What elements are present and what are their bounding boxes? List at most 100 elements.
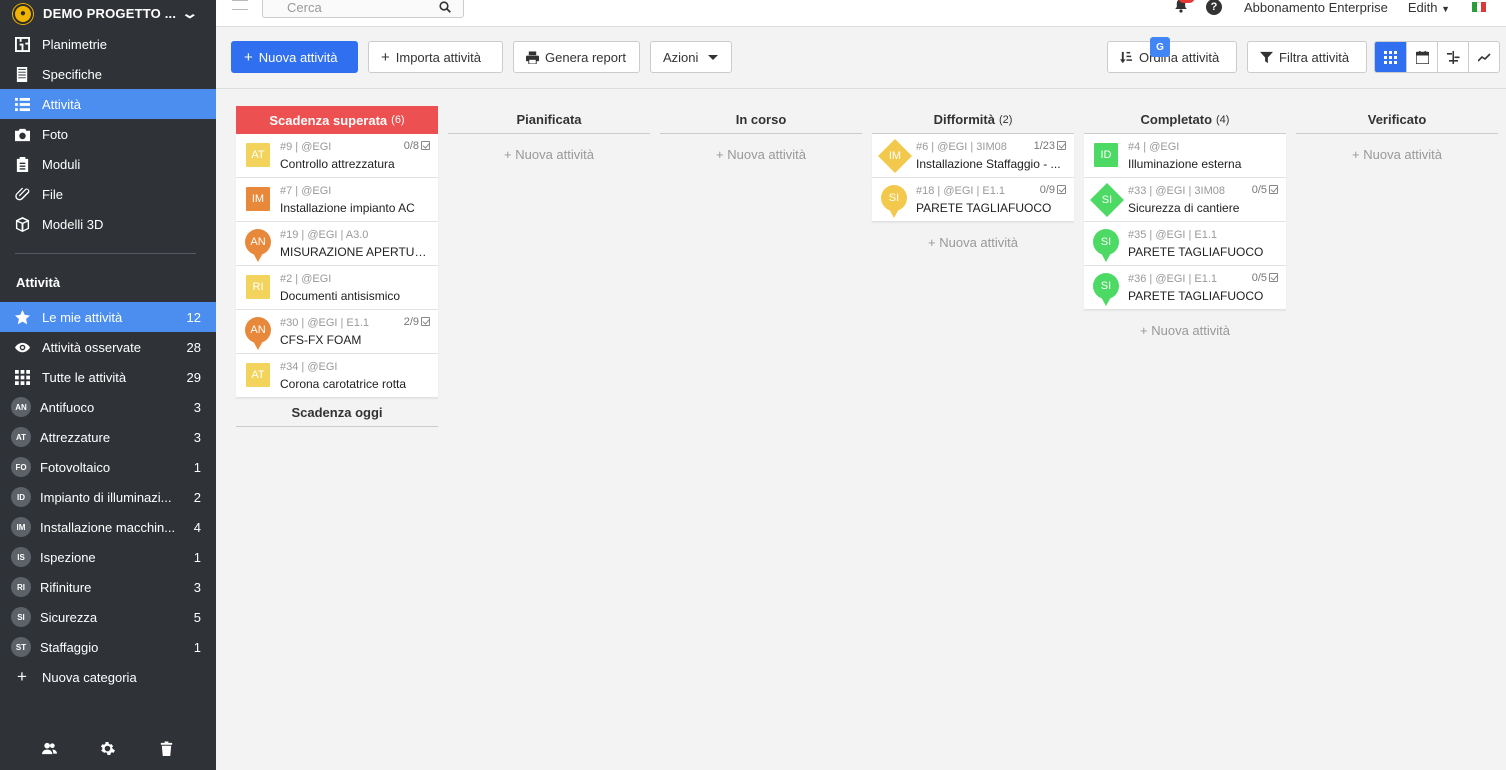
category-label: Rifiniture (40, 579, 92, 595)
settings-gear-icon[interactable] (100, 741, 116, 761)
add-activity-link[interactable]: + Nuova attività (1084, 310, 1286, 338)
category-ispezione[interactable]: IS Ispezione 1 (0, 542, 216, 572)
add-activity-link[interactable]: + Nuova attività (448, 134, 650, 162)
activity-card[interactable]: SI #36 | @EGI | E1.1 PARETE TAGLIAFUOCO 0/5 (1084, 266, 1286, 310)
activity-card[interactable]: SI #35 | @EGI | E1.1 PARETE TAGLIAFUOCO (1084, 222, 1286, 266)
column-header-overdue: Scadenza superata (6) (236, 106, 438, 134)
column-title: Scadenza oggi (291, 405, 383, 420)
activity-card[interactable]: IM #7 | @EGI Installazione impianto AC (236, 178, 438, 222)
sidebar-item-moduli[interactable]: Moduli (0, 149, 216, 179)
checklist-progress: 2/9 (404, 316, 430, 328)
sidebar-item-specifiche[interactable]: Specifiche (0, 59, 216, 89)
column-difformita: Difformità (2) IM #6 | @EGI | 3IM08 Installa… (872, 106, 1074, 250)
help-icon[interactable]: ? (1206, 0, 1222, 15)
import-activities-button[interactable]: + Importa attività (368, 41, 503, 73)
filter-tutte-le-attivita[interactable]: Tutte le attività 29 (0, 362, 216, 392)
category-staffaggio[interactable]: ST Staffaggio 1 (0, 632, 216, 662)
add-activity-link[interactable]: + Nuova attività (660, 134, 862, 162)
card-title: MISURAZIONE APERTURE (280, 245, 430, 259)
filter-le-mie-attivita[interactable]: Le mie attività 12 (0, 302, 216, 332)
sidebar-item-foto[interactable]: Foto (0, 119, 216, 149)
sidebar-item-planimetrie[interactable]: Planimetrie (0, 29, 216, 59)
category-count: 3 (193, 579, 201, 595)
category-antifuoco[interactable]: AN Antifuoco 3 (0, 392, 216, 422)
filter-label: Attività osservate (42, 339, 141, 355)
chevron-down-icon[interactable]: ⌄ (181, 5, 199, 22)
category-badge: RI (11, 577, 31, 597)
category-installazione-macchin[interactable]: IM Installazione macchin... 4 (0, 512, 216, 542)
activity-card[interactable]: AN #30 | @EGI | E1.1 CFS-FX FOAM 2/9 (236, 310, 438, 354)
actions-dropdown[interactable]: Azioni (650, 41, 732, 73)
card-title: Controllo attrezzatura (280, 157, 395, 171)
checklist-progress: 1/23 (1034, 140, 1066, 152)
checklist-progress: 0/9 (1040, 184, 1066, 196)
card-meta: #33 | @EGI | 3IM08 (1128, 185, 1225, 197)
category-diamond-badge: IM (883, 144, 907, 168)
activity-card[interactable]: SI #33 | @EGI | 3IM08 Sicurezza di cantier… (1084, 178, 1286, 222)
activity-card[interactable]: SI #18 | @EGI | E1.1 PARETE TAGLIAFUOCO 0/9 (872, 178, 1074, 222)
column-title: Pianificata (516, 112, 582, 127)
sidebar-item-attivita[interactable]: Attività (0, 89, 216, 119)
user-name: Edith (1407, 0, 1438, 15)
category-count: 1 (193, 459, 201, 475)
activity-card[interactable]: RI #2 | @EGI Documenti antisismico (236, 266, 438, 310)
new-activity-label: Nuova attività (258, 49, 338, 65)
calendar-view-icon[interactable] (1406, 42, 1437, 72)
plus-icon: + (381, 48, 390, 66)
action-bar: + Nuova attività + Importa attività Genera… (216, 28, 1506, 89)
activity-card[interactable]: ID #4 | @EGI Illuminazione esterna (1084, 134, 1286, 178)
new-category-button[interactable]: + Nuova categoria (0, 662, 216, 692)
activity-card[interactable]: AT #9 | @EGI Controllo attrezzatura 0/8 (236, 134, 438, 178)
menu-hamburger-icon[interactable] (232, 0, 248, 10)
sidebar-item-label: Planimetrie (42, 36, 108, 52)
notifications-bell-icon[interactable]: 11 (1174, 0, 1196, 16)
trash-icon[interactable] (159, 741, 174, 761)
activity-card[interactable]: AT #34 | @EGI Corona carotatrice rotta (236, 354, 438, 398)
kanban-view-grid-icon[interactable] (1375, 42, 1406, 72)
card-title: CFS-FX FOAM (280, 333, 362, 347)
sidebar-item-file[interactable]: File (0, 179, 216, 209)
search-icon[interactable] (439, 0, 451, 18)
search-input[interactable] (263, 0, 433, 17)
category-rifiniture[interactable]: RI Rifiniture 3 (0, 572, 216, 602)
category-fotovoltaico[interactable]: FO Fotovoltaico 1 (0, 452, 216, 482)
top-bar: 11 ? Abbonamento Enterprise Edith ▼ (216, 0, 1506, 27)
category-badge: IS (11, 547, 31, 567)
gantt-view-icon[interactable] (1437, 42, 1468, 72)
filter-label: Filtra attività (1279, 49, 1350, 65)
main-nav: Planimetrie Specifiche Attività Foto Moduli F… (0, 29, 216, 239)
chart-view-trend-icon[interactable] (1468, 42, 1499, 72)
card-title: Installazione Staffaggio - ... (916, 157, 1061, 171)
add-activity-link[interactable]: + Nuova attività (1296, 134, 1498, 162)
cube-icon (14, 216, 30, 232)
google-translate-icon[interactable]: G (1150, 37, 1170, 57)
checklist-progress: 0/5 (1252, 184, 1278, 196)
filter-activities-button[interactable]: Filtra attività (1247, 41, 1367, 73)
generate-report-button[interactable]: Genera report (513, 41, 640, 73)
project-selector[interactable]: ● DEMO PROGETTO ... ⌄ (0, 0, 216, 27)
category-attrezzature[interactable]: AT Attrezzature 3 (0, 422, 216, 452)
card-title: Illuminazione esterna (1128, 157, 1242, 171)
card-meta: #7 | @EGI (280, 185, 332, 197)
filter-label: Le mie attività (42, 309, 123, 325)
category-impianto-di-illuminazi[interactable]: ID Impianto di illuminazi... 2 (0, 482, 216, 512)
activity-card[interactable]: IM #6 | @EGI | 3IM08 Installazione Staffag… (872, 134, 1074, 178)
new-activity-button[interactable]: + Nuova attività (231, 41, 358, 73)
user-menu[interactable]: Edith ▼ (1408, 0, 1450, 15)
column-overdue: Scadenza superata (6) AT #9 | @EGI Controll… (236, 106, 438, 427)
project-name: DEMO PROGETTO ... (43, 6, 177, 21)
list-icon (14, 96, 30, 112)
column-count: (2) (998, 113, 1013, 126)
filter-count: 12 (186, 309, 201, 325)
activity-card[interactable]: AN #19 | @EGI | A3.0 MISURAZIONE APERTURE (236, 222, 438, 266)
sidebar-item-modelli-3d[interactable]: Modelli 3D (0, 209, 216, 239)
subscription-link[interactable]: Abbonamento Enterprise (1244, 0, 1388, 15)
filter-attivita-osservate[interactable]: Attività osservate 28 (0, 332, 216, 362)
italian-flag-icon[interactable] (1472, 2, 1487, 12)
users-icon[interactable] (41, 741, 57, 761)
category-sicurezza[interactable]: SI Sicurezza 5 (0, 602, 216, 632)
card-title: Documenti antisismico (280, 289, 401, 303)
add-activity-link[interactable]: + Nuova attività (872, 222, 1074, 250)
sort-activities-button[interactable]: Ordina attività (1107, 41, 1237, 73)
floorplan-icon (14, 36, 30, 52)
